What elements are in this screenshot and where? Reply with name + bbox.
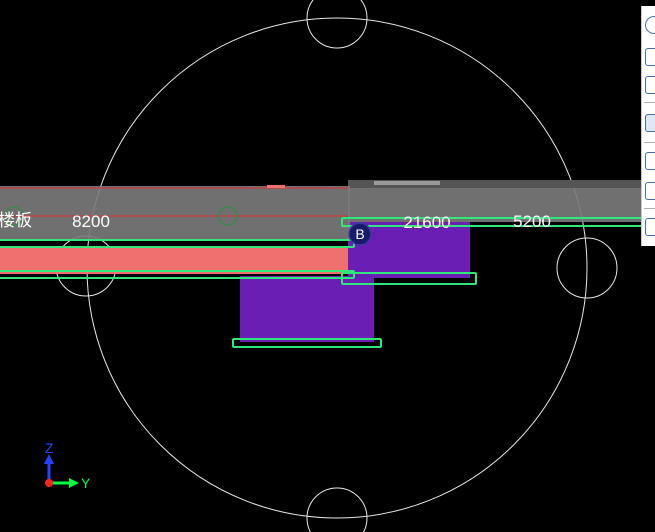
z-axis-label: Z xyxy=(45,440,54,456)
solid-box-icon[interactable] xyxy=(645,114,655,132)
2d-view-icon[interactable] xyxy=(645,48,655,66)
toolbar-separator xyxy=(644,208,655,209)
slab-left-mark xyxy=(267,185,285,188)
toolbar-separator xyxy=(644,142,655,143)
slab-left[interactable] xyxy=(0,186,350,240)
beam-pink[interactable] xyxy=(0,246,348,274)
axis-triad: Z Y xyxy=(44,440,91,491)
toolbar-separator xyxy=(644,102,655,103)
list-icon[interactable] xyxy=(645,218,655,236)
label-left-partial: 楼板 xyxy=(0,211,32,230)
ring-handle-top[interactable] xyxy=(306,0,368,49)
dim-label-5200: 5200 xyxy=(513,212,551,231)
selection-outline-slab-left xyxy=(0,239,355,248)
camera-icon[interactable] xyxy=(645,182,655,200)
dim-label-21600: 21600 xyxy=(403,213,450,232)
perspective-box-icon[interactable] xyxy=(645,76,655,94)
axis-origin xyxy=(45,479,53,487)
y-axis-arrow xyxy=(69,478,79,488)
dim-label-8200: 8200 xyxy=(72,212,110,231)
y-axis-label: Y xyxy=(81,475,91,491)
column-lower[interactable] xyxy=(240,276,374,342)
wire-box-icon[interactable] xyxy=(645,152,655,170)
3d-viewport[interactable]: B 楼板 8200 21600 5200 Z Y xyxy=(0,0,655,532)
view-toolbar xyxy=(641,6,655,246)
scene-canvas[interactable]: B 楼板 8200 21600 5200 Z Y xyxy=(0,0,655,532)
ring-handle-bottom[interactable] xyxy=(306,487,368,532)
slab-right-highlight xyxy=(374,181,440,185)
grid-bubble-b-label: B xyxy=(355,226,364,242)
navigation-wheel-icon[interactable] xyxy=(645,16,655,34)
